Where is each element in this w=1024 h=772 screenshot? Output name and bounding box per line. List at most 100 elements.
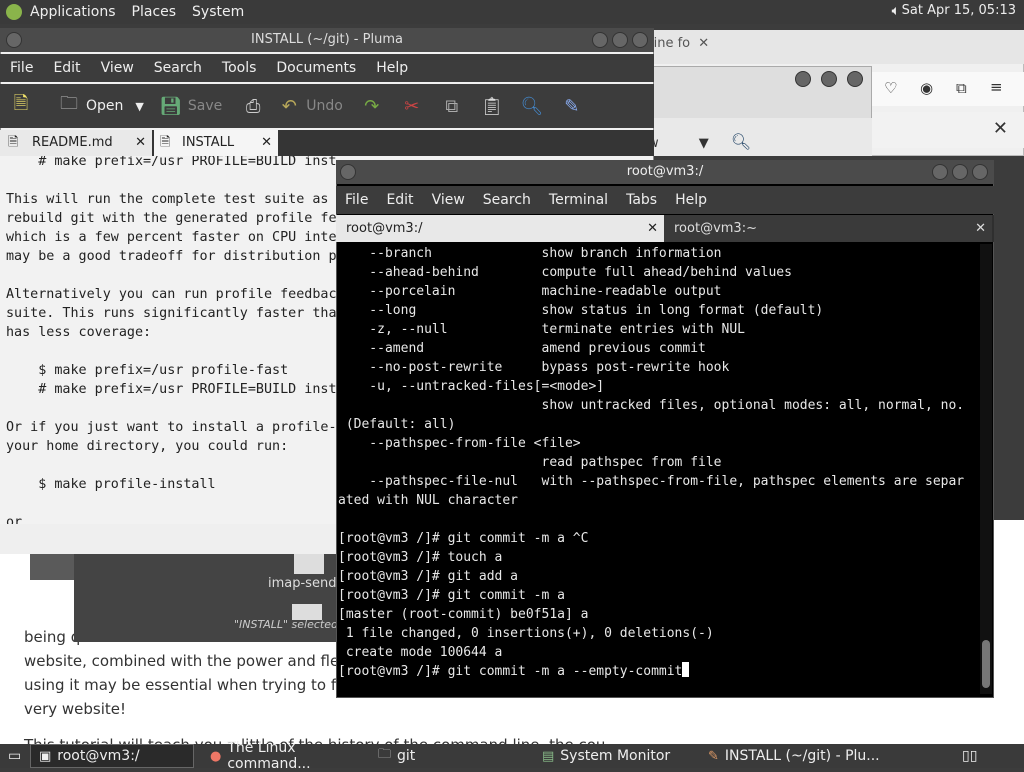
- hamburger-menu-icon[interactable]: ≡: [990, 78, 1003, 96]
- account-icon[interactable]: ◉: [920, 79, 933, 97]
- menu-edit[interactable]: Edit: [43, 60, 90, 76]
- tab-install[interactable]: 🗎 INSTALL ✕: [154, 130, 278, 156]
- undo-button-label: Undo: [306, 98, 343, 114]
- menu-documents[interactable]: Documents: [266, 60, 366, 76]
- top-panel: Applications Places System 🔈︎ Sat Apr 15…: [0, 0, 1024, 24]
- redo-button[interactable]: ↷: [361, 95, 389, 117]
- search-icon: 🔍︎: [520, 95, 544, 117]
- maximize-icon[interactable]: [952, 164, 968, 180]
- tab-readme[interactable]: 🗎 README.md ✕: [0, 130, 152, 156]
- tab-label: README.md: [32, 135, 113, 150]
- pluma-menu-bar: File Edit View Search Tools Documents He…: [0, 54, 654, 82]
- menu-help[interactable]: Help: [666, 192, 716, 208]
- cut-button[interactable]: ✂: [401, 95, 429, 117]
- show-desktop-button[interactable]: ▭: [0, 744, 30, 768]
- menu-edit[interactable]: Edit: [377, 192, 422, 208]
- terminal-scrollbar[interactable]: [980, 244, 992, 694]
- menu-help[interactable]: Help: [366, 60, 418, 76]
- extensions-icon[interactable]: ⧉: [956, 79, 967, 97]
- taskbar-label: INSTALL (~/git) - Plu...: [724, 748, 880, 764]
- workspace-icon: ▯▯: [962, 748, 978, 764]
- taskbar: ▭ ▣ root@vm3:/ ● The Linux command... 🗀 git…: [0, 740, 1024, 772]
- close-icon[interactable]: ✕: [647, 215, 658, 242]
- speaker-icon[interactable]: 🔈︎: [892, 3, 900, 19]
- pluma-title-bar[interactable]: INSTALL (~/git) - Pluma: [0, 28, 654, 52]
- close-icon[interactable]: ✕: [975, 215, 986, 242]
- chevron-down-icon: ▼: [135, 99, 144, 113]
- maximize-icon[interactable]: [821, 71, 837, 87]
- file-item-label[interactable]: imap-send: [268, 576, 336, 591]
- pluma-toolbar: 🗎 🗀 Open ▼ 💾︎ Save ⎙ ↶ Undo ↷ ✂ ⧉ 📋︎ 🔍︎ ✎: [0, 84, 654, 128]
- menu-tabs[interactable]: Tabs: [617, 192, 666, 208]
- print-button[interactable]: ⎙: [242, 95, 270, 117]
- text-cursor: [682, 662, 690, 677]
- chevron-down-icon[interactable]: ▼: [699, 136, 709, 151]
- menu-file[interactable]: File: [0, 60, 43, 76]
- menu-search[interactable]: Search: [144, 60, 212, 76]
- pocket-icon[interactable]: ♡: [884, 79, 897, 97]
- close-icon[interactable]: [632, 32, 648, 48]
- open-button[interactable]: 🗀 Open: [58, 93, 123, 117]
- window-menu-icon[interactable]: [6, 32, 22, 48]
- open-dropdown-button[interactable]: ▼: [135, 100, 143, 113]
- minimize-icon[interactable]: [932, 164, 948, 180]
- close-icon[interactable]: ✕: [698, 36, 709, 51]
- window-menu-icon[interactable]: [340, 164, 356, 180]
- menu-search[interactable]: Search: [474, 192, 540, 208]
- paste-icon: 📋︎: [480, 95, 504, 117]
- taskbar-item-terminal[interactable]: ▣ root@vm3:/: [30, 744, 194, 768]
- background-window-label: w ▼ 🔍︎: [648, 132, 751, 151]
- close-icon[interactable]: [972, 164, 988, 180]
- menu-system[interactable]: System: [184, 4, 252, 20]
- undo-icon: ↶: [281, 95, 297, 117]
- maximize-icon[interactable]: [612, 32, 628, 48]
- window-title: INSTALL (~/git) - Pluma: [251, 32, 403, 47]
- tab-label: root@vm3:~: [674, 221, 757, 236]
- taskbar-item-firefox[interactable]: ● The Linux command...: [202, 740, 370, 772]
- save-button-label: Save: [187, 98, 223, 114]
- save-button[interactable]: 💾︎ Save: [159, 95, 223, 117]
- menu-applications[interactable]: Applications: [22, 4, 124, 20]
- monitor-icon: ▤: [542, 748, 555, 764]
- find-button[interactable]: 🔍︎: [520, 95, 549, 117]
- menu-view[interactable]: View: [423, 192, 474, 208]
- taskbar-item-git[interactable]: 🗀 git: [370, 744, 534, 768]
- menu-view[interactable]: View: [91, 60, 144, 76]
- folder-icon: 🗀: [378, 747, 392, 762]
- menu-tools[interactable]: Tools: [212, 60, 267, 76]
- taskbar-item-system-monitor[interactable]: ▤ System Monitor: [534, 744, 700, 768]
- document-icon: 🗎: [160, 135, 171, 150]
- clock[interactable]: Sat Apr 15, 05:13: [902, 3, 1016, 18]
- search-icon[interactable]: 🔍︎: [731, 132, 751, 151]
- workspace-switcher[interactable]: ▯▯: [954, 744, 1024, 768]
- tab-root-vm3-home[interactable]: root@vm3:~ ✕: [664, 215, 992, 242]
- browser-toolbar: ♡ ◉ ⧉ ≡: [870, 72, 1024, 106]
- replace-button[interactable]: ✎: [561, 95, 589, 117]
- close-icon[interactable]: ✕: [261, 130, 272, 156]
- pluma-text-area[interactable]: # make prefix=/usr PROFILE=BUILD inst Th…: [0, 156, 340, 524]
- close-icon[interactable]: [847, 71, 863, 87]
- taskbar-label: root@vm3:/: [57, 748, 140, 764]
- terminal-icon: ▣: [39, 748, 52, 764]
- browser-tab-label: line fo: [650, 36, 691, 51]
- undo-button[interactable]: ↶ Undo: [278, 95, 343, 117]
- terminal-prompt-line: [root@vm3 /]# git commit -m a --empty-co…: [338, 664, 683, 679]
- menu-terminal[interactable]: Terminal: [540, 192, 617, 208]
- taskbar-item-pluma[interactable]: ✎ INSTALL (~/git) - Plu...: [700, 744, 900, 768]
- tab-root-vm3-slash[interactable]: root@vm3:/ ✕: [336, 215, 664, 242]
- minimize-icon[interactable]: [795, 71, 811, 87]
- scrollbar-thumb[interactable]: [982, 640, 990, 688]
- terminal-title-bar[interactable]: root@vm3:/: [336, 160, 994, 184]
- paste-button[interactable]: 📋︎: [480, 95, 509, 117]
- menu-places[interactable]: Places: [124, 4, 185, 20]
- new-button[interactable]: 🗎: [10, 93, 38, 117]
- copy-button[interactable]: ⧉: [441, 95, 469, 117]
- file-icon[interactable]: [294, 552, 324, 574]
- terminal-output[interactable]: --branch show branch information --ahead…: [338, 244, 978, 694]
- save-icon: 💾︎: [159, 95, 183, 117]
- close-icon[interactable]: ✕: [993, 118, 1008, 139]
- close-icon[interactable]: ✕: [135, 130, 146, 156]
- browser-tab[interactable]: line fo ✕: [650, 36, 730, 60]
- menu-file[interactable]: File: [336, 192, 377, 208]
- minimize-icon[interactable]: [592, 32, 608, 48]
